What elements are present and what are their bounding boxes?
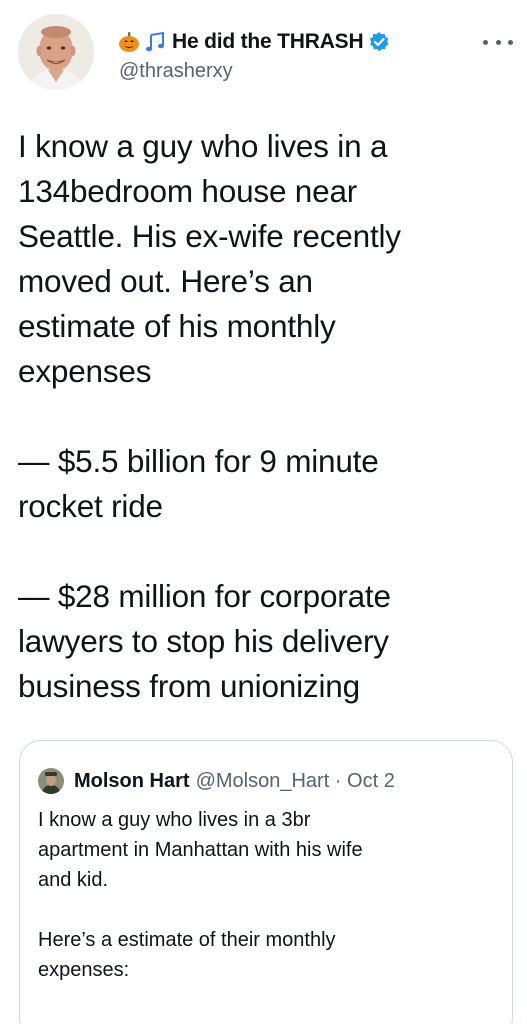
tweet-line: — $5.5 billion for 9 minute — [18, 443, 379, 479]
tweet-line: — $28 million for corporate — [18, 578, 391, 614]
author-display-name[interactable]: He did the THRASH — [172, 30, 364, 54]
tweet-line: expenses — [18, 353, 152, 389]
author-handle[interactable]: @thrasherxy — [119, 60, 233, 83]
quoted-line: I know a guy who lives in a 3br — [38, 809, 311, 831]
tweet: He did the THRASH @thrasherxy I know a g… — [0, 0, 527, 1024]
quoted-author-handle-date: @Molson_Hart · Oct 2 — [195, 769, 395, 792]
quoted-author-avatar — [38, 768, 64, 794]
quoted-tweet-header: Molson Hart @Molson_Hart · Oct 2 — [38, 767, 395, 795]
tweet-line: moved out. Here’s an — [18, 263, 313, 299]
quoted-tweet[interactable]: Molson Hart @Molson_Hart · Oct 2 I know … — [19, 740, 513, 1024]
more-options-icon[interactable] — [483, 34, 513, 50]
tweet-line: rocket ride — [18, 488, 163, 524]
tweet-line: I know a guy who lives in a — [18, 128, 388, 164]
tweet-line: lawyers to stop his delivery — [18, 623, 389, 659]
author-avatar[interactable] — [18, 14, 94, 90]
quoted-line: and kid. — [38, 869, 109, 891]
tweet-line: estimate of his monthly — [18, 308, 336, 344]
tweet-line: business from unionizing — [18, 668, 360, 704]
quoted-line: apartment in Manhattan with his wife — [38, 839, 363, 861]
tweet-header: He did the THRASH @thrasherxy — [18, 14, 513, 94]
quoted-line: Here’s a estimate of their monthly — [38, 929, 336, 951]
tweet-text: I know a guy who lives in a 134bedroom h… — [18, 124, 518, 709]
quoted-author-name: Molson Hart — [74, 769, 190, 792]
pumpkin-icon — [118, 31, 140, 53]
verified-badge-icon — [368, 31, 390, 53]
tweet-line: 134bedroom house near — [18, 173, 358, 209]
quoted-line: expenses: — [38, 959, 130, 981]
quoted-tweet-text: I know a guy who lives in a 3br apartmen… — [38, 805, 498, 985]
tweet-line: Seattle. His ex-wife recently — [18, 218, 401, 254]
music-notes-icon — [144, 31, 166, 53]
author-name-row[interactable]: He did the THRASH — [118, 27, 390, 57]
